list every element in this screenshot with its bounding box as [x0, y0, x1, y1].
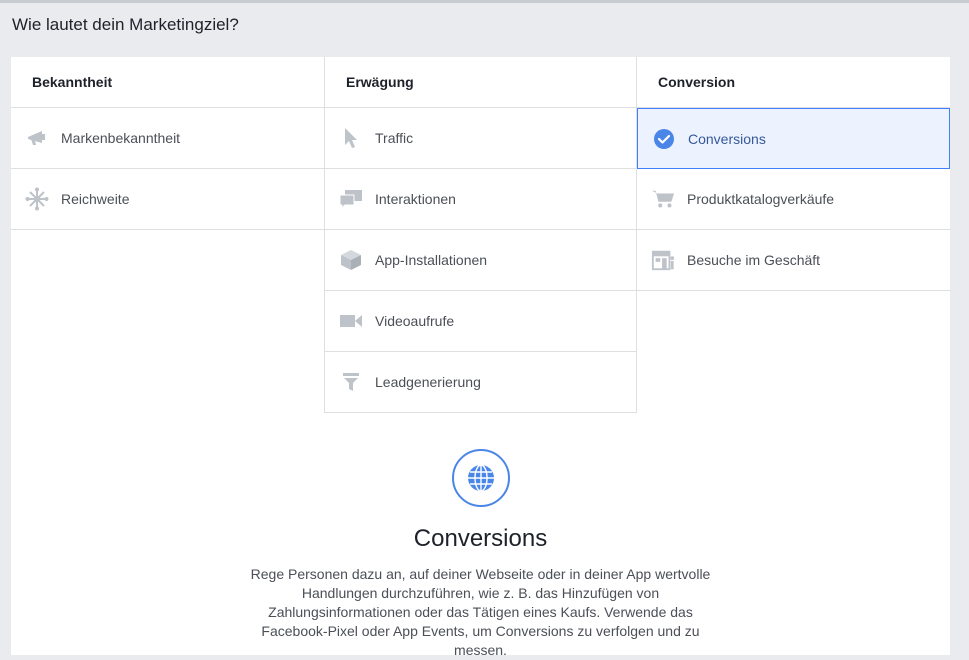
page-title: Wie lautet dein Marketingziel? — [12, 15, 239, 34]
objective-label: Besuche im Geschäft — [687, 252, 821, 268]
store-icon — [651, 248, 675, 272]
column-consideration: Erwägung Traffic Interaktionen App-Insta… — [324, 57, 637, 413]
objective-panel: Bekanntheit Markenbekanntheit Reichweite… — [11, 57, 950, 658]
objective-label: Leadgenerierung — [375, 374, 481, 390]
objective-label: Traffic — [375, 130, 414, 146]
detail-title: Conversions — [413, 525, 548, 552]
detail-description: Rege Personen dazu an, auf deiner Websei… — [250, 566, 711, 658]
top-border — [0, 0, 969, 3]
objective-label: Produktkatalogverkäufe — [687, 191, 835, 207]
objective-conversions[interactable]: Conversions — [637, 108, 950, 169]
objective-label: Videoaufrufe — [375, 313, 455, 329]
objective-engagement[interactable]: Interaktionen — [324, 169, 637, 230]
objective-store-visits[interactable]: Besuche im Geschäft — [637, 230, 950, 291]
video-camera-icon — [339, 309, 363, 333]
objective-lead-generation[interactable]: Leadgenerierung — [324, 352, 637, 413]
column-header-awareness: Bekanntheit — [11, 57, 324, 108]
objective-brand-awareness[interactable]: Markenbekanntheit — [11, 108, 324, 169]
objective-reach[interactable]: Reichweite — [11, 169, 324, 230]
objective-label: App-Installationen — [375, 252, 488, 268]
objective-detail: Conversions Rege Personen dazu an, auf d… — [11, 449, 950, 660]
column-conversion: Conversion Conversions Produktkatalogver… — [637, 57, 950, 291]
objective-video-views[interactable]: Videoaufrufe — [324, 291, 637, 352]
cursor-icon — [339, 126, 363, 150]
chat-bubbles-icon — [339, 187, 363, 211]
cube-icon — [339, 248, 363, 272]
objective-traffic[interactable]: Traffic — [324, 108, 637, 169]
objective-label: Reichweite — [61, 191, 130, 207]
check-circle-icon — [652, 127, 676, 151]
objective-label: Markenbekanntheit — [61, 130, 181, 146]
megaphone-icon — [25, 126, 49, 150]
column-header-consideration: Erwägung — [324, 57, 637, 108]
reach-icon — [25, 187, 49, 211]
shopping-cart-icon — [651, 187, 675, 211]
objective-catalog-sales[interactable]: Produktkatalogverkäufe — [637, 169, 950, 230]
funnel-icon — [339, 370, 363, 394]
column-header-conversion: Conversion — [637, 57, 950, 108]
globe-icon — [451, 449, 510, 507]
objective-app-installs[interactable]: App-Installationen — [324, 230, 637, 291]
objective-label: Conversions — [688, 130, 766, 147]
objective-label: Interaktionen — [375, 191, 456, 207]
column-awareness: Bekanntheit Markenbekanntheit Reichweite — [11, 57, 324, 230]
